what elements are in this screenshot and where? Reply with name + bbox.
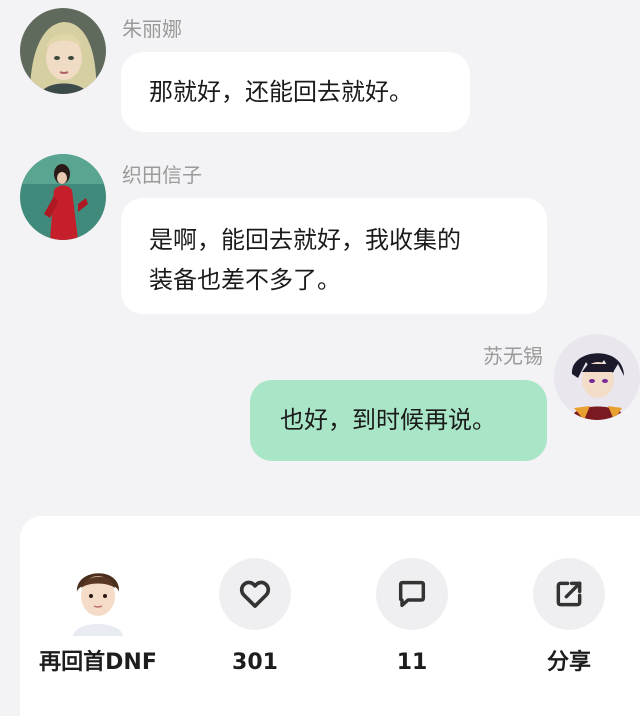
share-action[interactable]: 分享 (499, 558, 639, 676)
anime-woman-blonde-avatar (20, 8, 106, 94)
comment-count: 11 (396, 650, 428, 675)
share-icon (556, 581, 582, 607)
author-avatar[interactable] (59, 558, 137, 636)
share-button[interactable] (533, 558, 605, 630)
message-bubble[interactable]: 也好，到时候再说。 (250, 380, 547, 461)
like-count: 301 (232, 650, 278, 675)
message-text: 也好，到时候再说。 (280, 406, 496, 434)
author-profile[interactable]: 再回首DNF (28, 558, 168, 676)
message-text: 那就好，还能回去就好。 (149, 78, 413, 106)
author-name: 再回首DNF (39, 650, 157, 675)
message-bubble[interactable]: 是啊，能回去就好，我收集的 装备也差不多了。 (121, 198, 547, 314)
like-button[interactable] (219, 558, 291, 630)
message-text-line: 是啊，能回去就好，我收集的 (149, 226, 461, 254)
comment-action[interactable]: 11 (342, 558, 482, 676)
sender-name: 朱丽娜 (122, 17, 182, 41)
author-avatar-icon (59, 558, 137, 636)
like-action[interactable]: 301 (185, 558, 325, 676)
message-bubble[interactable]: 那就好，还能回去就好。 (121, 52, 470, 132)
sender-avatar-zhulina[interactable] (20, 8, 106, 94)
action-bar: 再回首DNF 301 11 分享 (20, 516, 640, 716)
woman-red-dress-avatar (20, 154, 106, 240)
message-text-line: 装备也差不多了。 (149, 266, 341, 294)
sender-name: 织田信子 (122, 163, 202, 187)
comment-icon (398, 580, 426, 608)
sender-name: 苏无锡 (483, 344, 543, 368)
comment-button[interactable] (376, 558, 448, 630)
sender-avatar-su-wuxi[interactable] (554, 334, 640, 420)
share-label: 分享 (546, 650, 591, 675)
anime-man-dark-hair-avatar (554, 334, 640, 420)
sender-avatar-oda-nobuko[interactable] (20, 154, 106, 240)
heart-icon (239, 580, 271, 608)
